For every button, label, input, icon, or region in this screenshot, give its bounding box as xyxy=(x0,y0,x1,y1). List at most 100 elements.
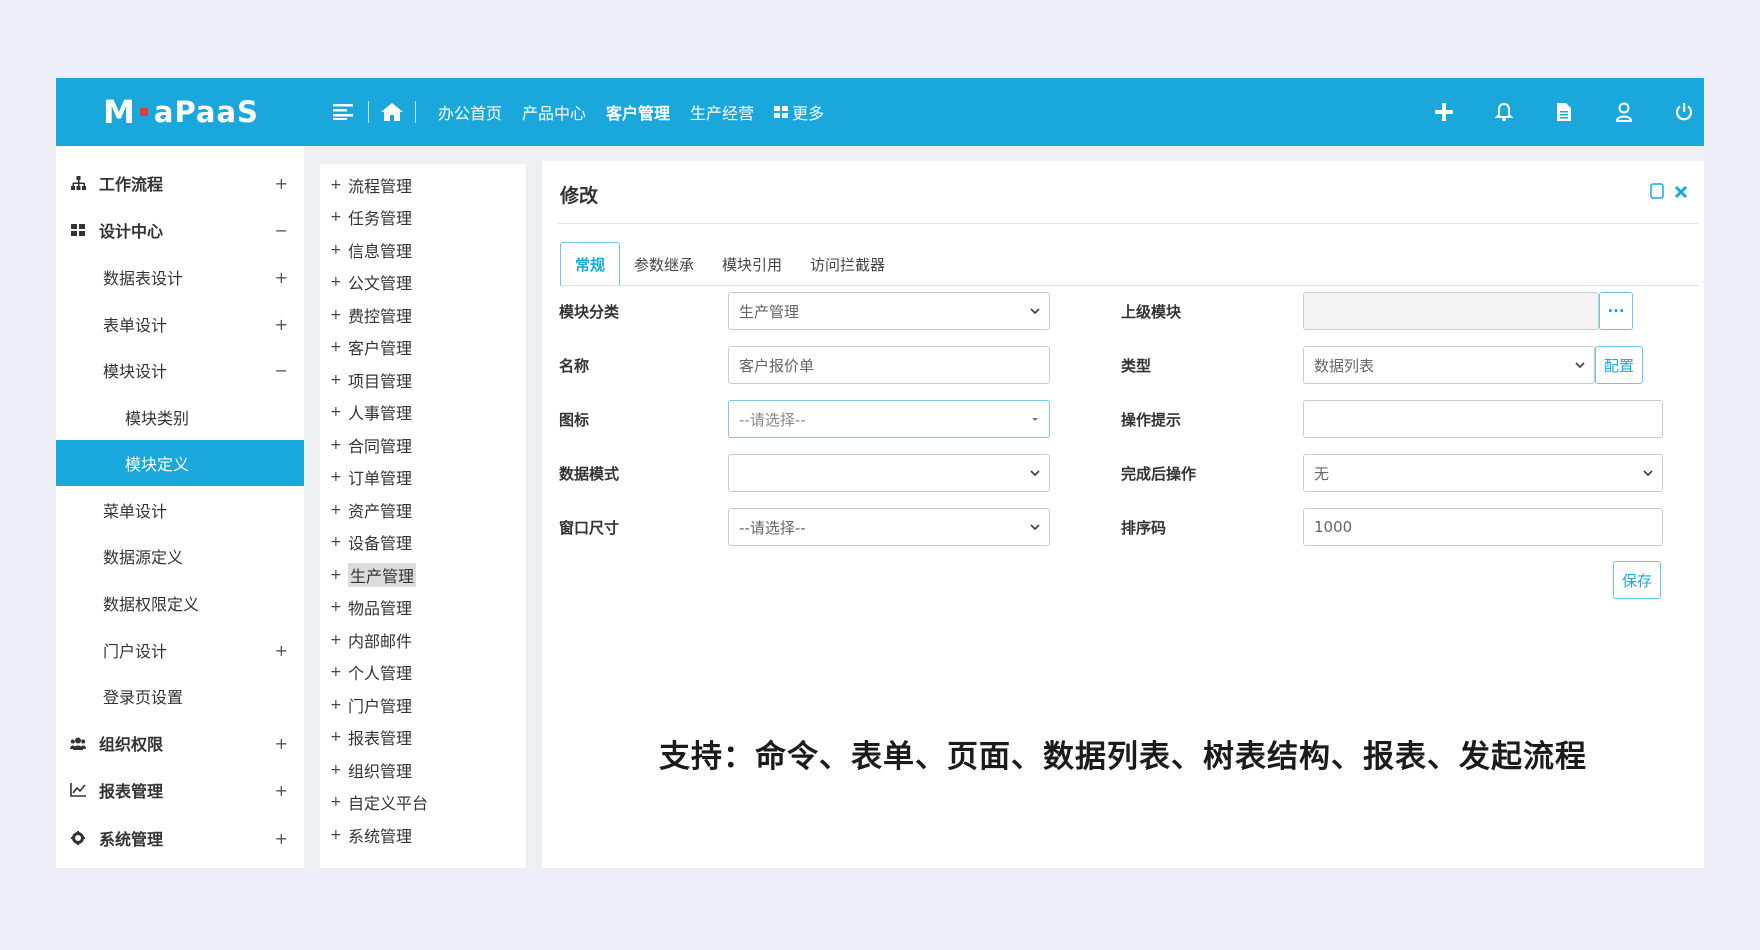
plus-icon[interactable]: + xyxy=(330,339,342,355)
expand-toggle[interactable]: + xyxy=(275,315,288,334)
nav-item-customer-management[interactable]: 客户管理 xyxy=(606,100,670,124)
sidebar-item-org-permissions[interactable]: 组织权限 + xyxy=(56,720,304,766)
tab-general[interactable]: 常规 xyxy=(560,242,621,286)
plus-icon[interactable] xyxy=(1432,100,1456,124)
module-tree-item[interactable]: + 项目管理 xyxy=(330,368,412,392)
name-input[interactable]: 客户报价单 xyxy=(728,346,1050,384)
plus-icon[interactable]: + xyxy=(330,209,342,225)
close-icon[interactable] xyxy=(1674,184,1688,203)
sidebar-item-system-management[interactable]: 系统管理 + xyxy=(56,815,304,861)
sort-code-input[interactable]: 1000 xyxy=(1303,508,1663,546)
plus-icon[interactable]: + xyxy=(330,372,342,388)
expand-toggle[interactable]: + xyxy=(275,174,288,193)
home-icon[interactable] xyxy=(377,102,407,122)
sidebar-item-portal-design[interactable]: 门户设计 + xyxy=(56,627,304,673)
expand-toggle[interactable]: + xyxy=(275,829,288,848)
sidebar-item-data-permission-definition[interactable]: 数据权限定义 xyxy=(56,580,304,626)
after-complete-select[interactable]: 无 xyxy=(1303,454,1663,492)
sidebar-item-datasource-definition[interactable]: 数据源定义 xyxy=(56,533,304,579)
maximize-icon[interactable] xyxy=(1650,183,1664,203)
expand-toggle[interactable]: + xyxy=(275,734,288,753)
plus-icon[interactable]: + xyxy=(330,664,342,680)
module-tree-item[interactable]: + 费控管理 xyxy=(330,303,412,327)
sidebar-item-report-management[interactable]: 报表管理 + xyxy=(56,767,304,813)
tab-param-inheritance[interactable]: 参数继承 xyxy=(620,242,708,286)
plus-icon[interactable]: + xyxy=(330,729,342,745)
nav-item-production[interactable]: 生产经营 xyxy=(690,100,754,124)
type-config-button[interactable]: 配置 xyxy=(1595,346,1643,384)
plus-icon[interactable]: + xyxy=(330,567,342,583)
window-size-select[interactable]: --请选择-- xyxy=(728,508,1050,546)
plus-icon[interactable]: + xyxy=(330,762,342,778)
sidebar-item-design-center[interactable]: 设计中心 − xyxy=(56,207,304,253)
logo-dot xyxy=(139,108,148,116)
nav-item-more[interactable]: 更多 xyxy=(774,100,824,124)
power-icon[interactable] xyxy=(1672,100,1696,124)
plus-icon[interactable]: + xyxy=(330,599,342,615)
user-icon[interactable] xyxy=(1612,100,1636,124)
collapse-toggle[interactable]: − xyxy=(275,361,288,380)
module-tree-item[interactable]: + 客户管理 xyxy=(330,335,412,359)
module-tree-item[interactable]: + 门户管理 xyxy=(330,693,412,717)
plus-icon[interactable]: + xyxy=(330,404,342,420)
plus-icon[interactable]: + xyxy=(330,632,342,648)
parent-module-field[interactable] xyxy=(1303,292,1599,330)
module-tree-item[interactable]: + 公文管理 xyxy=(330,270,412,294)
module-tree-item[interactable]: + 设备管理 xyxy=(330,530,412,554)
document-icon[interactable] xyxy=(1552,100,1576,124)
type-select[interactable]: 数据列表 xyxy=(1303,346,1595,384)
sidebar-item-form-design[interactable]: 表单设计 + xyxy=(56,301,304,347)
menu-toggle-icon[interactable] xyxy=(326,104,360,120)
nav-item-product-center[interactable]: 产品中心 xyxy=(522,100,586,124)
parent-module-picker-button[interactable]: ··· xyxy=(1599,292,1633,330)
nav-item-office-home[interactable]: 办公首页 xyxy=(438,100,502,124)
plus-icon[interactable]: + xyxy=(330,274,342,290)
plus-icon[interactable]: + xyxy=(330,242,342,258)
module-tree-item[interactable]: + 任务管理 xyxy=(330,205,412,229)
bell-icon[interactable] xyxy=(1492,100,1516,124)
module-tree-item[interactable]: + 人事管理 xyxy=(330,400,412,424)
plus-icon[interactable]: + xyxy=(330,697,342,713)
module-tree-item[interactable]: + 内部邮件 xyxy=(330,628,412,652)
module-tree-item[interactable]: + 订单管理 xyxy=(330,465,412,489)
module-tree-item[interactable]: + 资产管理 xyxy=(330,498,412,522)
plus-icon[interactable]: + xyxy=(330,794,342,810)
tab-module-reference[interactable]: 模块引用 xyxy=(708,242,796,286)
sidebar-item-login-page-settings[interactable]: 登录页设置 xyxy=(56,673,304,719)
collapse-toggle[interactable]: − xyxy=(275,221,288,240)
module-tree-item[interactable]: + 合同管理 xyxy=(330,433,412,457)
sidebar-item-menu-design[interactable]: 菜单设计 xyxy=(56,487,304,533)
sidebar-item-workflow[interactable]: 工作流程 + xyxy=(56,160,304,206)
data-mode-select[interactable] xyxy=(728,454,1050,492)
module-tree-item[interactable]: + 物品管理 xyxy=(330,595,412,619)
plus-icon[interactable]: + xyxy=(330,502,342,518)
module-tree-item-selected[interactable]: + 生产管理 xyxy=(330,563,417,587)
sidebar-item-module-category[interactable]: 模块类别 xyxy=(56,394,304,440)
expand-toggle[interactable]: + xyxy=(275,641,288,660)
expand-toggle[interactable]: + xyxy=(275,781,288,800)
operation-hint-input[interactable] xyxy=(1303,400,1663,438)
module-tree-item[interactable]: + 信息管理 xyxy=(330,238,412,262)
module-category-select[interactable]: 生产管理 xyxy=(728,292,1050,330)
gear-icon xyxy=(70,830,86,846)
sidebar-item-module-design[interactable]: 模块设计 − xyxy=(56,347,304,393)
module-tree-item[interactable]: + 自定义平台 xyxy=(330,790,428,814)
plus-icon[interactable]: + xyxy=(330,469,342,485)
module-tree-item[interactable]: + 报表管理 xyxy=(330,725,412,749)
save-button[interactable]: 保存 xyxy=(1613,561,1661,599)
plus-icon[interactable]: + xyxy=(330,827,342,843)
plus-icon[interactable]: + xyxy=(330,307,342,323)
module-tree-item[interactable]: + 组织管理 xyxy=(330,758,412,782)
module-tree-item[interactable]: + 流程管理 xyxy=(330,173,412,197)
expand-toggle[interactable]: + xyxy=(275,268,288,287)
icon-select[interactable]: --请选择-- xyxy=(728,400,1050,438)
plus-icon[interactable]: + xyxy=(330,177,342,193)
module-tree-label: 信息管理 xyxy=(348,242,413,261)
tab-access-interceptor[interactable]: 访问拦截器 xyxy=(796,242,899,286)
module-tree-item[interactable]: + 系统管理 xyxy=(330,823,412,847)
plus-icon[interactable]: + xyxy=(330,437,342,453)
module-tree-item[interactable]: + 个人管理 xyxy=(330,660,412,684)
sidebar-item-table-design[interactable]: 数据表设计 + xyxy=(56,254,304,300)
plus-icon[interactable]: + xyxy=(330,534,342,550)
sidebar-item-module-definition[interactable]: 模块定义 xyxy=(56,440,304,486)
